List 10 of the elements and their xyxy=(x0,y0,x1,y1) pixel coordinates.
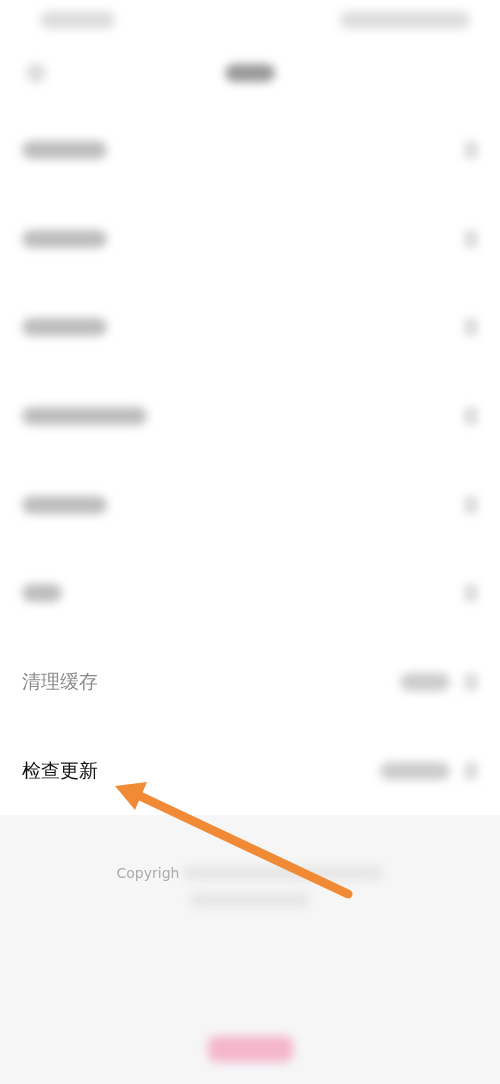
row-label: 检查更新 xyxy=(22,757,98,783)
copyright-text: Copyrigh xyxy=(116,865,180,881)
blurred-text xyxy=(380,761,450,780)
row-label: 清理缓存 xyxy=(22,669,98,694)
blurred-text xyxy=(22,584,62,603)
blurred-button[interactable] xyxy=(207,1036,293,1062)
blurred-text xyxy=(400,673,450,691)
settings-row[interactable]: 清理缓存 xyxy=(0,637,500,727)
settings-row[interactable]: 检查更新 xyxy=(0,726,500,815)
blurred-text xyxy=(225,63,275,82)
